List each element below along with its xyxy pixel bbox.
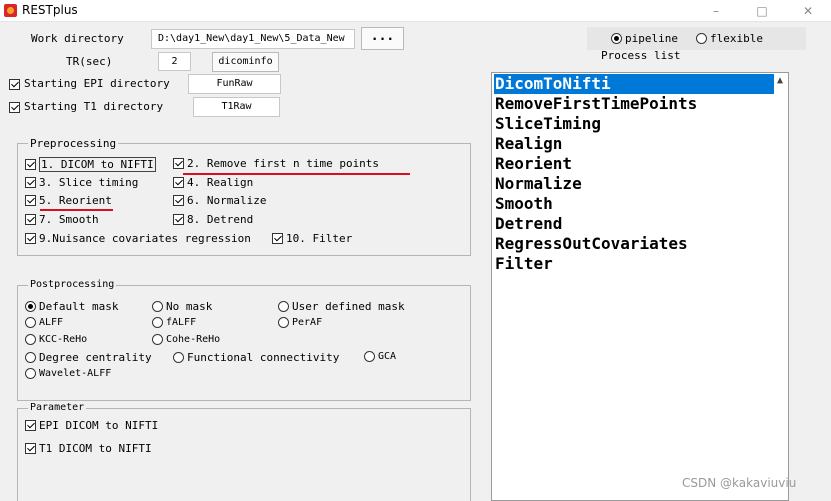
epi-directory-field[interactable]: FunRaw xyxy=(188,74,281,94)
work-directory-field[interactable]: D:\day1_New\day1_New\5_Data_New xyxy=(151,29,355,49)
param-epi-dicom-checkbox[interactable]: EPI DICOM to NIFTI xyxy=(25,419,158,432)
falff-radio[interactable]: fALFF xyxy=(152,317,196,328)
postprocessing-title: Postprocessing xyxy=(28,279,117,290)
tr-label: TR(sec) xyxy=(66,55,113,68)
process-item[interactable]: Smooth xyxy=(494,194,553,214)
scroll-up-arrow-icon[interactable]: ▲ xyxy=(774,75,786,87)
preprocessing-title: Preprocessing xyxy=(28,137,119,150)
preproc-reorient-checkbox[interactable]: 5. Reorient xyxy=(25,194,112,207)
preproc-filter-checkbox[interactable]: 10. Filter xyxy=(272,232,352,245)
parameter-title: Parameter xyxy=(28,402,87,413)
preproc-remove-points-checkbox[interactable]: 2. Remove first n time points xyxy=(173,157,379,170)
process-item[interactable]: SliceTiming xyxy=(494,114,601,134)
param-t1-dicom-checkbox[interactable]: T1 DICOM to NIFTI xyxy=(25,442,152,455)
user-defined-mask-radio[interactable]: User defined mask xyxy=(278,300,405,313)
red-underline-annotation xyxy=(40,209,113,211)
gca-radio[interactable]: GCA xyxy=(364,351,396,362)
default-mask-radio[interactable]: Default mask xyxy=(25,300,118,313)
process-item[interactable]: Reorient xyxy=(494,154,572,174)
pipeline-radio[interactable]: pipeline xyxy=(611,32,678,45)
maximize-button[interactable]: □ xyxy=(739,0,785,22)
process-item[interactable]: Detrend xyxy=(494,214,562,234)
process-item[interactable]: RemoveFirstTimePoints xyxy=(494,94,697,114)
title-bar: RESTplus – □ ✕ xyxy=(0,0,831,22)
process-item[interactable]: DicomToNifti xyxy=(494,74,774,94)
kcc-reho-radio[interactable]: KCC-ReHo xyxy=(25,334,87,345)
preproc-smooth-checkbox[interactable]: 7. Smooth xyxy=(25,213,99,226)
preproc-nuisance-checkbox[interactable]: 9.Nuisance covariates regression xyxy=(25,232,251,245)
preproc-dicom-checkbox[interactable]: 1. DICOM to NIFTI xyxy=(25,157,156,172)
preproc-slice-timing-checkbox[interactable]: 3. Slice timing xyxy=(25,176,138,189)
process-listbox[interactable]: DicomToNifti RemoveFirstTimePoints Slice… xyxy=(491,72,789,501)
close-button[interactable]: ✕ xyxy=(785,0,831,22)
browse-button[interactable]: ... xyxy=(361,27,404,50)
t1-directory-field[interactable]: T1Raw xyxy=(193,97,280,117)
window-title: RESTplus xyxy=(22,3,78,17)
cohe-reho-radio[interactable]: Cohe-ReHo xyxy=(152,334,220,345)
watermark: CSDN @kakaviuviu xyxy=(682,476,797,490)
process-item[interactable]: RegressOutCovariates xyxy=(494,234,688,254)
red-underline-annotation xyxy=(183,173,410,175)
process-item[interactable]: Normalize xyxy=(494,174,582,194)
preproc-detrend-checkbox[interactable]: 8. Detrend xyxy=(173,213,253,226)
process-item[interactable]: Realign xyxy=(494,134,562,154)
degree-centrality-radio[interactable]: Degree centrality xyxy=(25,351,152,364)
flexible-radio[interactable]: flexible xyxy=(696,32,763,45)
tr-field[interactable]: 2 xyxy=(158,52,191,71)
app-icon xyxy=(4,4,17,17)
alff-radio[interactable]: ALFF xyxy=(25,317,63,328)
dicominfo-button[interactable]: dicominfo xyxy=(212,52,279,72)
wavelet-alff-radio[interactable]: Wavelet-ALFF xyxy=(25,368,111,379)
work-directory-label: Work directory xyxy=(31,32,124,45)
no-mask-radio[interactable]: No mask xyxy=(152,300,212,313)
epi-checkbox[interactable] xyxy=(9,77,20,90)
process-list-title: Process list xyxy=(601,49,681,62)
process-item[interactable]: Filter xyxy=(494,254,553,274)
t1-checkbox[interactable] xyxy=(9,100,20,113)
t1-directory-label: Starting T1 directory xyxy=(24,100,164,113)
epi-directory-label: Starting EPI directory xyxy=(24,77,170,90)
peraf-radio[interactable]: PerAF xyxy=(278,317,322,328)
preproc-normalize-checkbox[interactable]: 6. Normalize xyxy=(173,194,266,207)
functional-connectivity-radio[interactable]: Functional connectivity xyxy=(173,351,339,364)
minimize-button[interactable]: – xyxy=(693,0,739,22)
preproc-realign-checkbox[interactable]: 4. Realign xyxy=(173,176,253,189)
